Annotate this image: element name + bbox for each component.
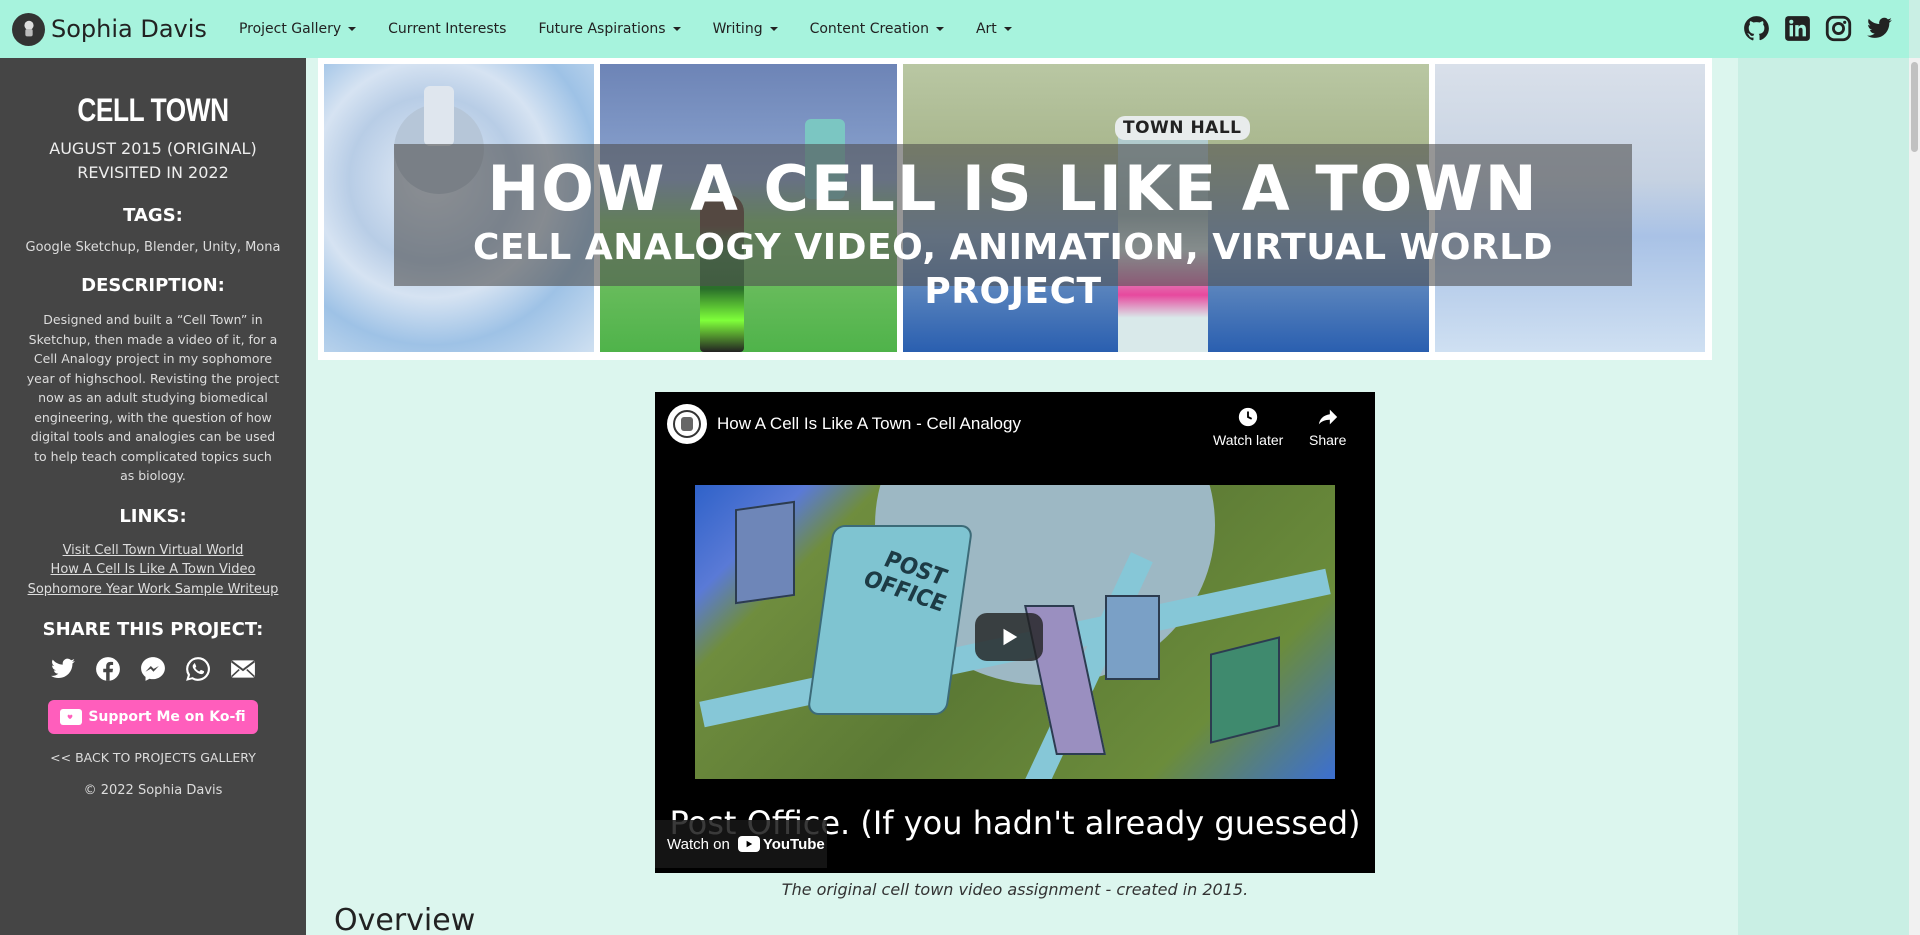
- video-caption: The original cell town video assignment …: [781, 880, 1249, 899]
- video-title[interactable]: How A Cell Is Like A Town - Cell Analogy: [717, 414, 1021, 434]
- twitter-icon[interactable]: [1866, 15, 1893, 42]
- overview-heading: Overview: [334, 903, 476, 935]
- linkedin-icon[interactable]: [1784, 15, 1811, 42]
- watch-on-label: Watch on: [667, 835, 730, 853]
- brand[interactable]: Sophia Davis: [12, 12, 207, 46]
- twitter-icon[interactable]: [50, 656, 76, 682]
- caret-down-icon: [348, 27, 357, 31]
- nav-item-writing[interactable]: Writing: [697, 21, 794, 37]
- links-heading: LINKS:: [119, 505, 187, 527]
- caret-down-icon: [1003, 27, 1012, 31]
- nav-item-future-aspirations[interactable]: Future Aspirations: [522, 21, 696, 37]
- project-banner: TOWN HALL HOW A CELL IS LIKE A TOWN CELL…: [318, 58, 1712, 360]
- nav-item-label: Content Creation: [809, 21, 929, 37]
- nav-item-content-creation[interactable]: Content Creation: [794, 21, 960, 37]
- banner-subtitle: CELL ANALOGY VIDEO, ANIMATION, VIRTUAL W…: [472, 227, 1554, 312]
- tags-list: Google Sketchup, Blender, Unity, Mona: [25, 240, 281, 255]
- description-text: Designed and built a “Cell Town” in Sket…: [26, 312, 280, 483]
- main-content: TOWN HALL HOW A CELL IS LIKE A TOWN CELL…: [306, 58, 1738, 935]
- youtube-logo-icon: YouTube: [737, 835, 825, 853]
- share-heading: SHARE THIS PROJECT:: [42, 619, 264, 640]
- share-buttons: [0, 656, 306, 682]
- share-label: Share: [1309, 432, 1347, 448]
- description-heading: DESCRIPTION:: [81, 275, 225, 296]
- caret-down-icon: [935, 27, 944, 31]
- nav-menu: Project Gallery Current Interests Future…: [223, 21, 1028, 37]
- instagram-icon[interactable]: [1825, 15, 1852, 42]
- channel-avatar-icon[interactable]: [667, 404, 707, 444]
- project-sidebar: CELL TOWN AUGUST 2015 (ORIGINAL) REVISIT…: [0, 58, 306, 935]
- facebook-icon[interactable]: [95, 656, 121, 682]
- nav-item-label: Current Interests: [388, 21, 507, 37]
- post-office-label: POST OFFICE: [858, 547, 951, 618]
- github-icon[interactable]: [1743, 15, 1770, 42]
- town-hall-sign: TOWN HALL: [1115, 116, 1250, 140]
- kofi-label: Support Me on Ko-fi: [88, 709, 246, 725]
- kofi-cup-icon: [60, 709, 83, 725]
- watch-on-youtube-button[interactable]: Watch on YouTube: [655, 820, 827, 868]
- kofi-support-button[interactable]: Support Me on Ko-fi: [48, 700, 258, 734]
- play-icon: [1003, 628, 1018, 646]
- nav-item-label: Art: [975, 21, 997, 37]
- page-scrollbar[interactable]: [1909, 58, 1920, 935]
- top-navbar: Sophia Davis Project Gallery Current Int…: [0, 0, 1909, 58]
- date-original: AUGUST 2015 (ORIGINAL): [49, 139, 257, 158]
- nav-item-art[interactable]: Art: [960, 21, 1028, 37]
- caret-down-icon: [672, 27, 681, 31]
- whatsapp-icon[interactable]: [185, 656, 211, 682]
- youtube-wordmark: YouTube: [762, 835, 825, 853]
- youtube-embed[interactable]: How A Cell Is Like A Town - Cell Analogy…: [655, 392, 1375, 873]
- watch-later-button[interactable]: Watch later: [1213, 406, 1283, 448]
- brand-name: Sophia Davis: [51, 15, 207, 43]
- brand-logo-icon: [12, 12, 45, 46]
- banner-title: HOW A CELL IS LIKE A TOWN: [487, 152, 1539, 225]
- messenger-icon[interactable]: [140, 656, 166, 682]
- nav-item-current-interests[interactable]: Current Interests: [372, 21, 522, 37]
- scrollbar-thumb[interactable]: [1911, 62, 1918, 152]
- back-to-gallery-link[interactable]: << BACK TO PROJECTS GALLERY: [0, 750, 306, 765]
- project-links: Visit Cell Town Virtual World How A Cell…: [0, 541, 306, 600]
- nav-item-label: Project Gallery: [238, 21, 342, 37]
- share-button[interactable]: Share: [1309, 406, 1346, 448]
- caret-down-icon: [769, 27, 778, 31]
- link-work-sample[interactable]: Sophomore Year Work Sample Writeup: [0, 580, 306, 600]
- project-title: CELL TOWN: [77, 92, 229, 128]
- right-margin: [1738, 58, 1909, 935]
- banner-overlay: HOW A CELL IS LIKE A TOWN CELL ANALOGY V…: [394, 144, 1632, 312]
- share-arrow-icon: [1318, 409, 1337, 425]
- nav-item-project-gallery[interactable]: Project Gallery: [223, 21, 372, 37]
- project-date: AUGUST 2015 (ORIGINAL) REVISITED IN 2022: [0, 137, 306, 185]
- email-icon[interactable]: [230, 656, 256, 682]
- nav-social-links: [1743, 15, 1893, 42]
- clock-icon: [1238, 407, 1258, 427]
- nav-item-label: Writing: [712, 21, 763, 37]
- copyright: © 2022 Sophia Davis: [83, 783, 223, 798]
- link-virtual-world[interactable]: Visit Cell Town Virtual World: [0, 541, 306, 561]
- link-video[interactable]: How A Cell Is Like A Town Video: [0, 560, 306, 580]
- watch-later-label: Watch later: [1213, 432, 1284, 448]
- nav-item-label: Future Aspirations: [538, 21, 666, 37]
- play-button[interactable]: [975, 613, 1043, 661]
- tags-heading: TAGS:: [123, 205, 183, 226]
- date-revisited: REVISITED IN 2022: [77, 163, 229, 182]
